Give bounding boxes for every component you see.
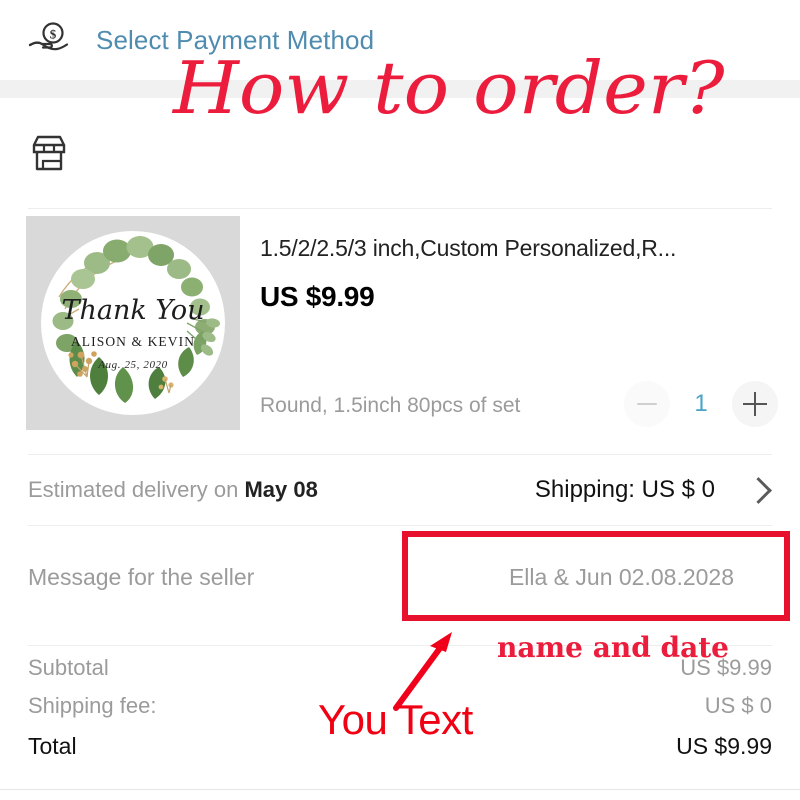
order-confirmation-screen: $ Select Payment Method Thank You ALISON… [0, 0, 800, 800]
product-title[interactable]: 1.5/2/2.5/3 inch,Custom Personalized,R..… [260, 235, 796, 262]
quantity-increase-button[interactable] [732, 381, 778, 427]
divider-bottom [0, 789, 800, 790]
estimated-delivery-prefix: Estimated delivery on [28, 477, 239, 502]
shipping-row[interactable]: Estimated delivery on May 08 Shipping: U… [0, 455, 800, 525]
chevron-right-icon[interactable] [745, 476, 772, 504]
minus-icon [637, 403, 657, 405]
subtotal-label: Subtotal [28, 655, 109, 680]
estimated-delivery: Estimated delivery on May 08 [28, 477, 318, 503]
hand-holding-money-icon: $ [26, 18, 70, 62]
product-variant[interactable]: Round, 1.5inch 80pcs of set [260, 394, 520, 418]
quantity-decrease-button[interactable] [624, 381, 670, 427]
annotation-you-text: You Text [318, 696, 473, 743]
message-input[interactable]: Ella & Jun 02.08.2028 [509, 564, 772, 591]
quantity-stepper: 1 [624, 381, 778, 427]
shipping-fee-value: US $ 0 [704, 693, 772, 718]
plus-icon [743, 392, 767, 416]
total-label: Total [28, 732, 77, 759]
sticker-artwork: Thank You ALISON & KEVIN Aug. 25, 2020 [37, 227, 229, 419]
message-label: Message for the seller [28, 563, 255, 590]
estimated-delivery-date: May 08 [244, 477, 318, 502]
product-row: Thank You ALISON & KEVIN Aug. 25, 2020 1… [0, 209, 800, 454]
svg-text:Thank You: Thank You [62, 295, 205, 326]
storefront-icon [28, 132, 70, 174]
annotation-how-to-order: How to order? [173, 46, 725, 130]
svg-text:$: $ [50, 27, 57, 42]
message-for-seller-row[interactable]: Message for the seller Ella & Jun 02.08.… [0, 526, 800, 628]
annotation-name-and-date: name and date [497, 631, 729, 664]
shipping-fee-label: Shipping fee: [28, 693, 157, 718]
shipping-cost: Shipping: US $ 0 [534, 476, 715, 503]
product-thumbnail[interactable]: Thank You ALISON & KEVIN Aug. 25, 2020 [26, 216, 240, 430]
svg-text:Aug. 25, 2020: Aug. 25, 2020 [97, 359, 168, 371]
quantity-value: 1 [694, 390, 708, 417]
svg-text:ALISON & KEVIN: ALISON & KEVIN [71, 334, 195, 349]
product-price: US $9.99 [260, 281, 375, 312]
total-value: US $9.99 [676, 732, 772, 759]
